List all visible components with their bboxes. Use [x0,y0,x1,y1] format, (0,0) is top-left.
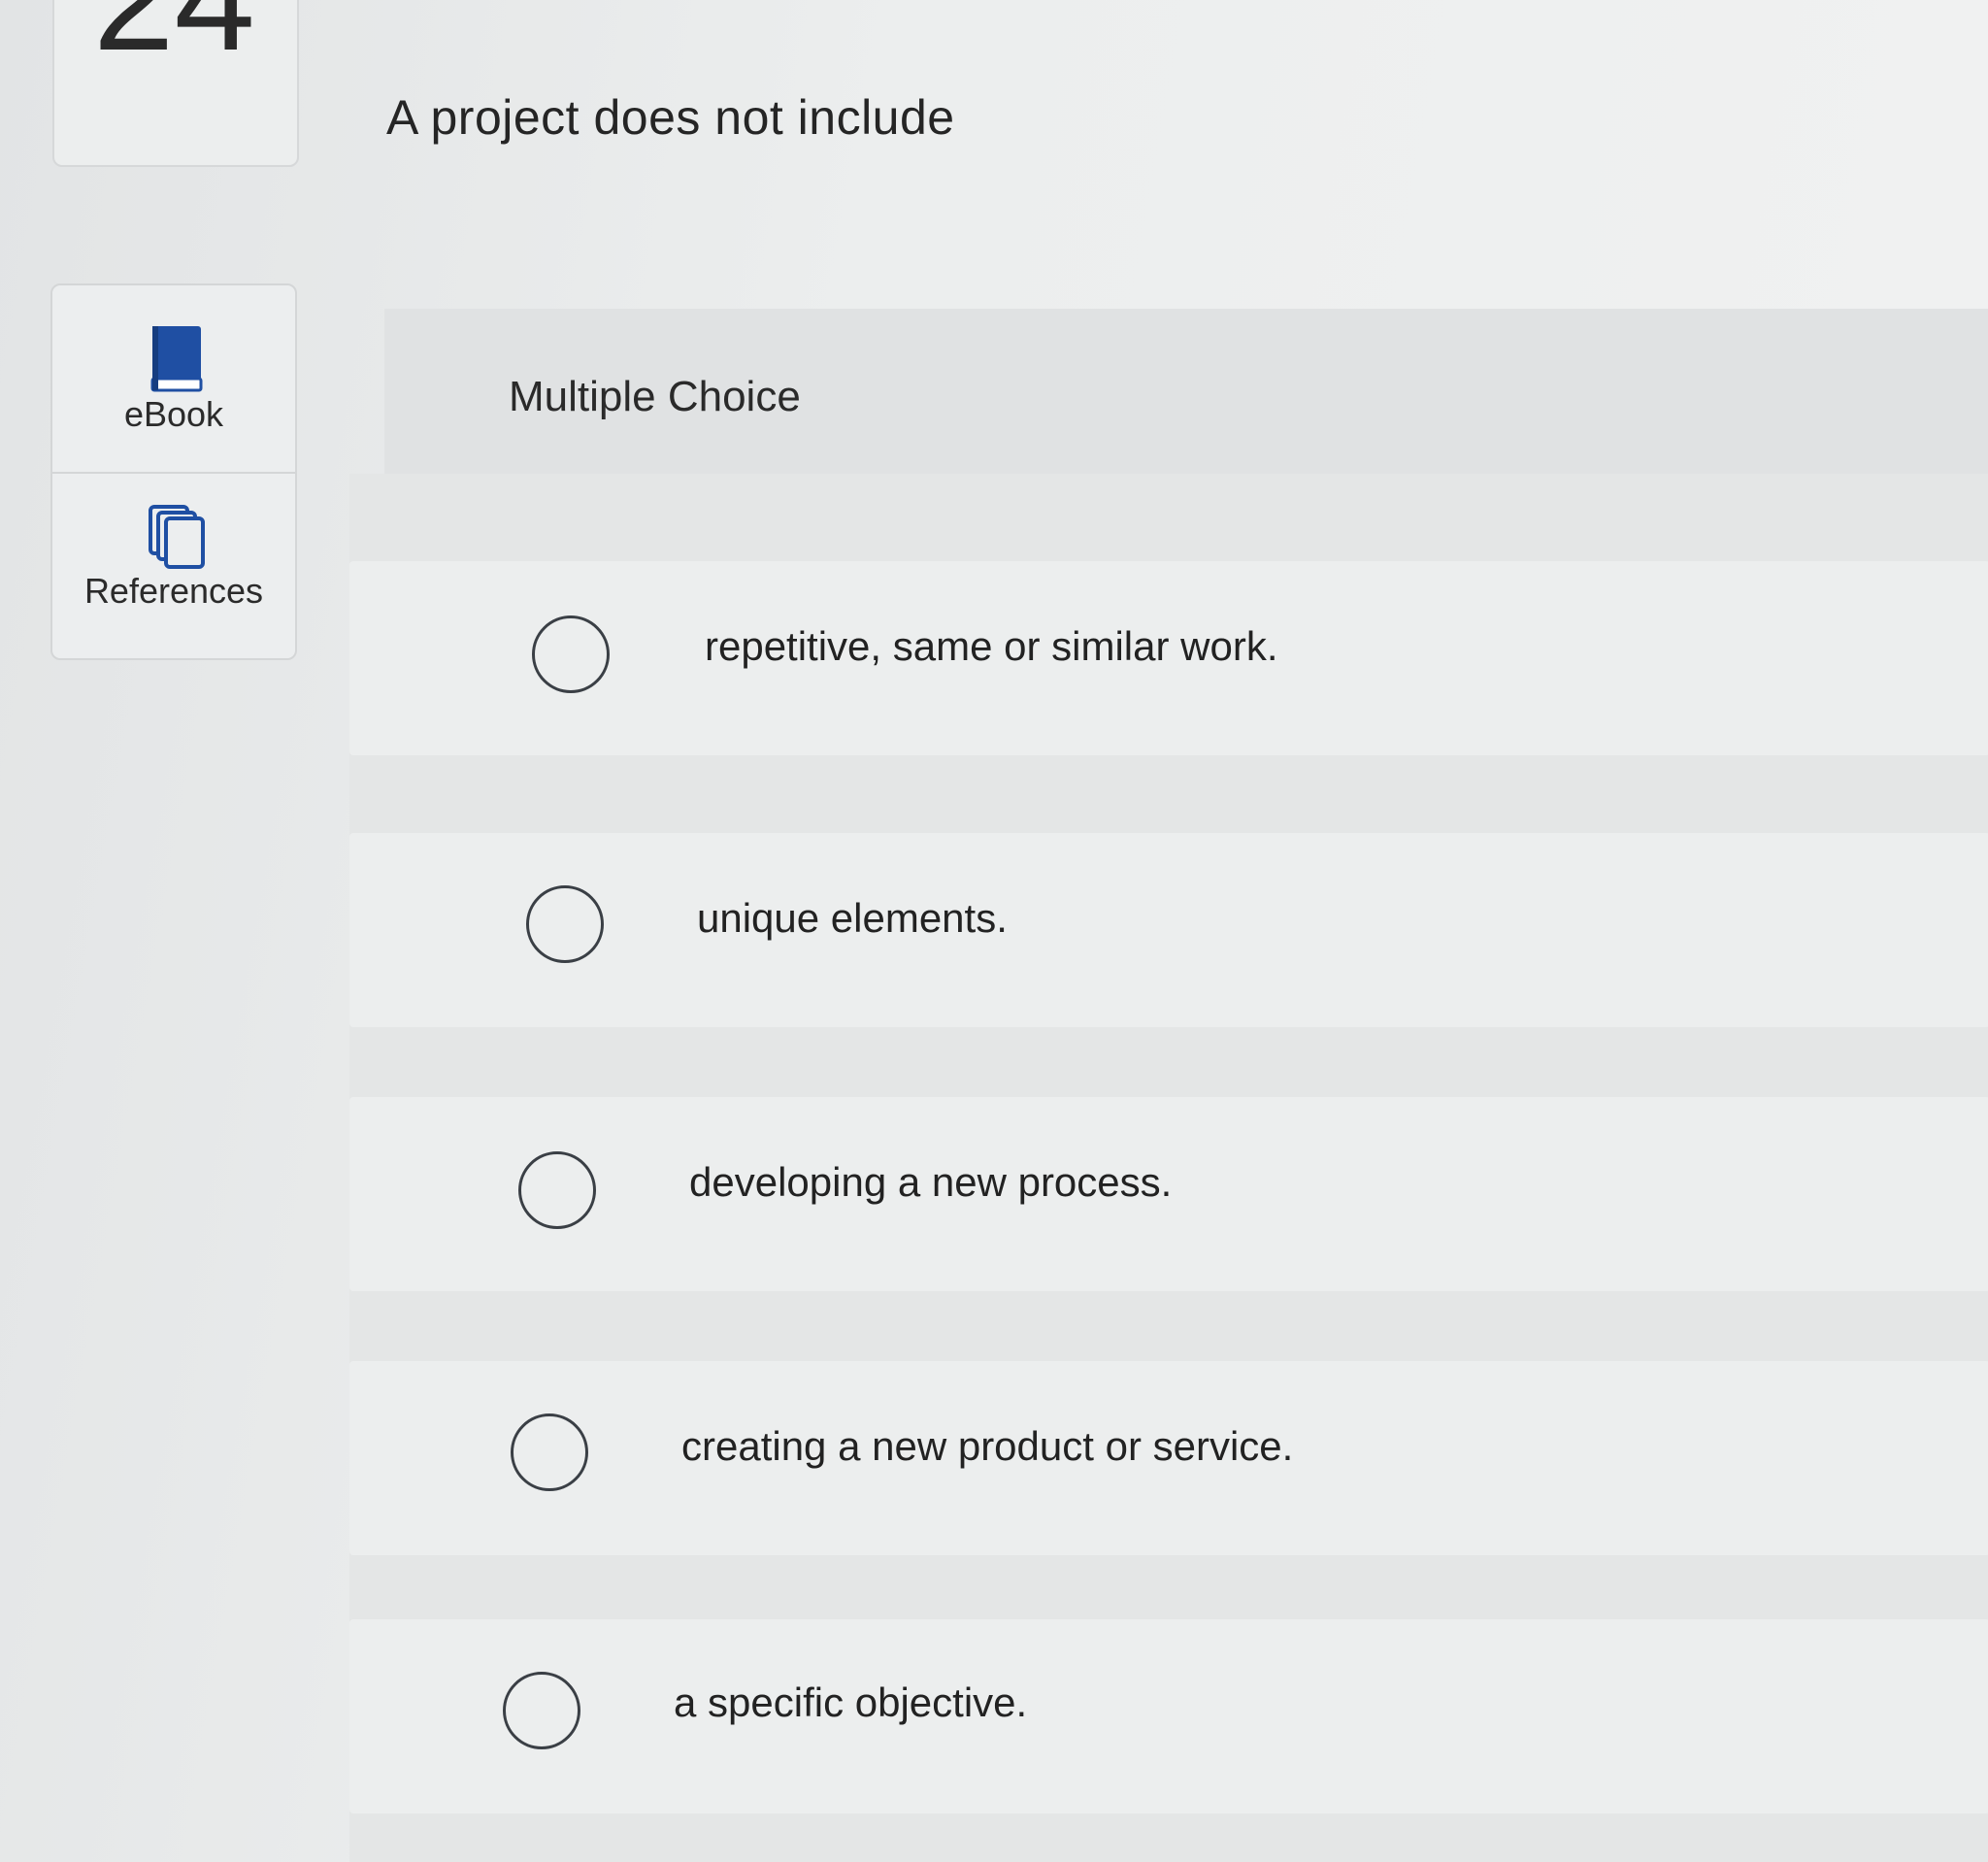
choice-radio[interactable] [511,1413,588,1491]
question-type-label: Multiple Choice [509,373,801,420]
choice-text: creating a new product or service. [681,1423,1294,1469]
choice-radio[interactable] [532,615,610,693]
choice-option[interactable]: repetitive, same or similar work. [349,561,1988,755]
quiz-page: 24 eBook References A pro [0,0,1988,1862]
choice-text: unique elements. [697,895,1008,941]
choices-list: repetitive, same or similar work. unique… [349,474,1988,1862]
choice-radio[interactable] [503,1672,580,1749]
choice-option[interactable]: creating a new product or service. [349,1361,1988,1555]
tools-panel: eBook References [50,283,297,660]
choice-option[interactable]: a specific objective. [349,1619,1988,1813]
question-number: 24 [93,0,255,72]
choice-radio[interactable] [526,885,604,963]
choice-text: repetitive, same or similar work. [705,623,1278,669]
documents-icon [147,503,205,576]
ebook-label: eBook [123,394,224,434]
choice-text: developing a new process. [689,1159,1173,1205]
question-prompt: A project does not include [386,90,955,145]
references-label: References [83,571,264,611]
choice-text: a specific objective. [674,1679,1028,1725]
references-button[interactable]: References [52,474,295,658]
choice-option[interactable]: developing a new process. [349,1097,1988,1291]
choice-option[interactable]: unique elements. [349,833,1988,1027]
choice-radio[interactable] [518,1151,596,1229]
question-type-header: Multiple Choice [384,309,1988,474]
book-icon [147,324,205,399]
ebook-button[interactable]: eBook [52,285,295,474]
question-number-box: 24 [52,0,299,167]
